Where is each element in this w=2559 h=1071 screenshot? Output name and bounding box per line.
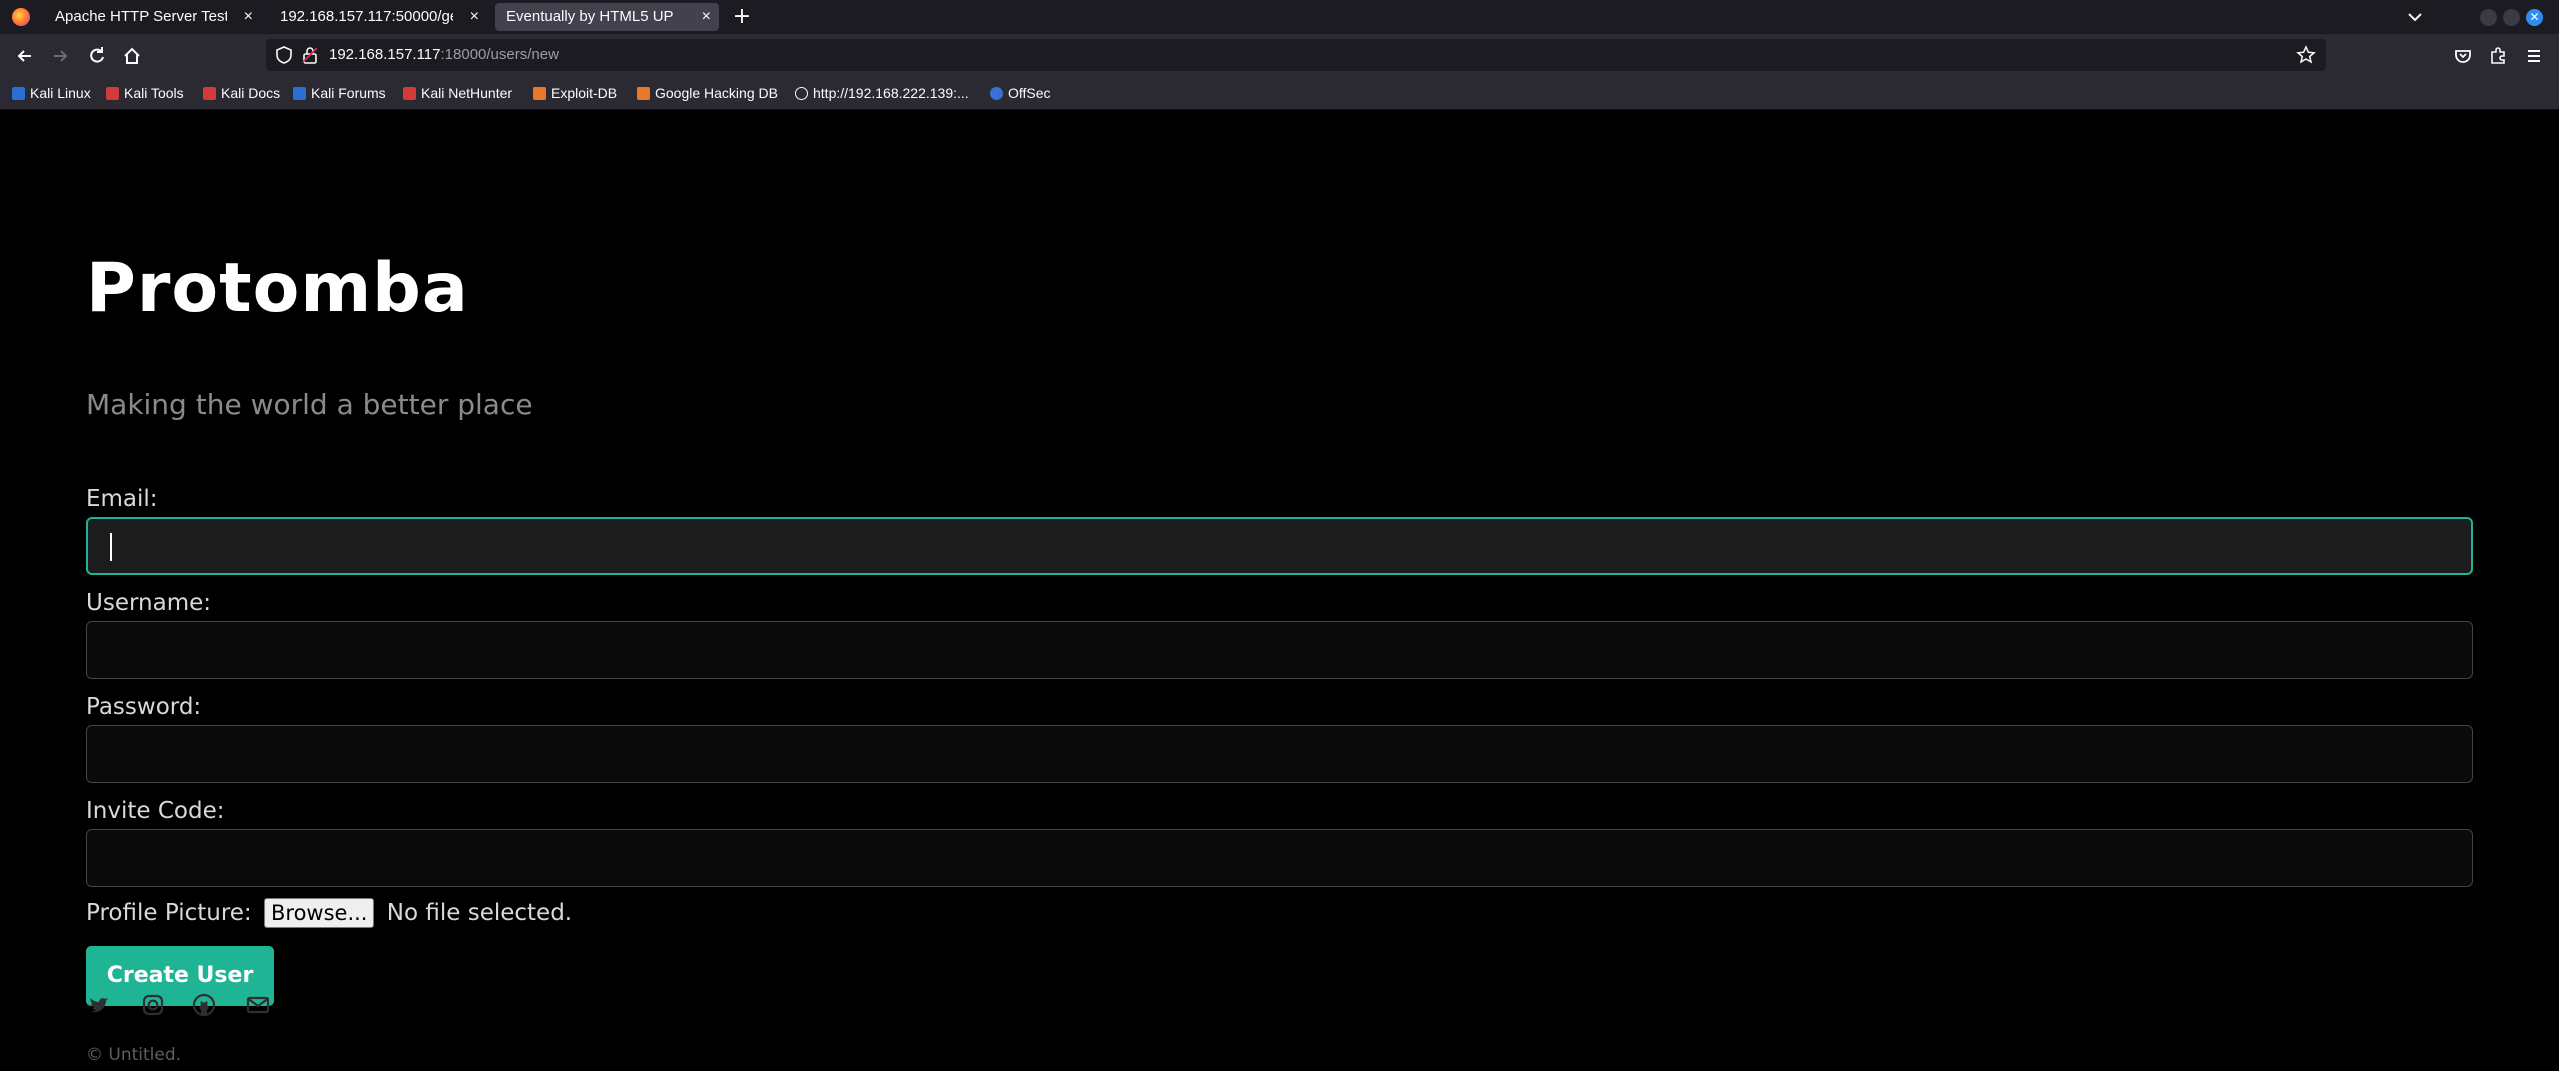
tab-generate[interactable]: 192.168.157.117:50000/generate × — [269, 3, 487, 31]
tab-close-icon[interactable]: × — [702, 3, 711, 31]
list-all-tabs-button[interactable] — [2402, 5, 2428, 29]
bookmark-label: Kali Docs — [221, 85, 281, 101]
username-label: Username: — [86, 590, 211, 616]
bookmark-offsec[interactable]: OffSec — [990, 78, 1051, 109]
forward-button[interactable] — [47, 43, 73, 69]
tab-close-icon[interactable]: × — [470, 3, 479, 31]
chevron-down-icon — [2408, 13, 2422, 22]
password-field[interactable] — [86, 725, 2473, 783]
bookmark-kali-linux[interactable]: Kali Linux — [12, 78, 91, 109]
shield-icon[interactable] — [274, 45, 294, 65]
password-label: Password: — [86, 694, 202, 720]
home-icon — [124, 47, 140, 64]
browse-button[interactable]: Browse... — [263, 898, 375, 928]
home-button[interactable] — [119, 43, 145, 69]
twitter-icon[interactable] — [86, 992, 112, 1018]
tab-label: Apache HTTP Server Test Page — [55, 8, 227, 25]
file-status: No file selected. — [386, 900, 573, 926]
hamburger-menu-icon — [2528, 50, 2540, 62]
invite-code-label: Invite Code: — [86, 798, 225, 824]
profile-picture-label: Profile Picture: — [86, 900, 252, 926]
ghdb-icon — [637, 87, 650, 100]
tab-close-icon[interactable]: × — [244, 3, 253, 31]
bookmarks-toolbar: Kali Linux Kali Tools Kali Docs Kali For… — [0, 78, 2559, 110]
url-bar[interactable]: 192.168.157.117:18000/users/new — [266, 39, 2326, 71]
reload-button[interactable] — [84, 43, 110, 69]
bookmark-kali-tools[interactable]: Kali Tools — [106, 78, 184, 109]
bookmark-star-icon[interactable] — [2296, 45, 2316, 65]
nethunter-icon — [403, 87, 416, 100]
minimize-button[interactable] — [2480, 9, 2497, 26]
kali-dragon-icon — [12, 87, 25, 100]
email-label: Email: — [86, 486, 158, 512]
globe-icon — [795, 87, 808, 100]
instagram-icon[interactable] — [140, 992, 166, 1018]
puzzle-icon — [2491, 47, 2505, 64]
invite-code-field[interactable] — [86, 829, 2473, 887]
firefox-icon[interactable] — [12, 8, 30, 26]
page-content: Protomba Making the world a better place… — [0, 110, 2559, 1071]
kali-tools-icon — [106, 87, 119, 100]
pocket-button[interactable] — [2450, 43, 2476, 69]
bookmark-local-ip[interactable]: http://192.168.222.139:... — [795, 78, 969, 109]
lock-insecure-icon[interactable] — [300, 45, 320, 65]
bookmark-kali-nethunter[interactable]: Kali NetHunter — [403, 78, 512, 109]
exploit-db-icon — [533, 87, 546, 100]
site-title: Protomba — [86, 249, 469, 328]
kali-forums-icon — [293, 87, 306, 100]
url-host: 192.168.157.117 — [329, 46, 441, 63]
close-window-button[interactable]: ✕ — [2526, 9, 2543, 26]
url-path: :18000/users/new — [440, 46, 559, 63]
maximize-button[interactable] — [2503, 9, 2520, 26]
site-tagline: Making the world a better place — [86, 388, 533, 421]
pocket-icon — [2455, 50, 2471, 63]
extensions-button[interactable] — [2485, 43, 2511, 69]
bookmark-label: Kali Tools — [124, 85, 184, 101]
copyright-text: © Untitled. — [86, 1045, 182, 1065]
bookmark-kali-docs[interactable]: Kali Docs — [203, 78, 280, 109]
tab-label: 192.168.157.117:50000/generate — [280, 8, 453, 25]
envelope-icon[interactable] — [245, 992, 271, 1018]
text-caret — [110, 533, 112, 561]
reload-icon — [90, 47, 104, 63]
back-button[interactable] — [12, 43, 38, 69]
username-field[interactable] — [86, 621, 2473, 679]
arrow-right-icon — [54, 50, 68, 62]
bookmark-label: Google Hacking DB — [655, 85, 778, 101]
profile-picture-row: Profile Picture: Browse... No file selec… — [86, 897, 572, 929]
bookmark-label: OffSec — [1008, 85, 1051, 101]
new-tab-button[interactable]: + — [728, 3, 756, 31]
tab-label: Eventually by HTML5 UP — [506, 8, 674, 25]
bookmark-label: Kali Linux — [30, 85, 91, 101]
offsec-icon — [990, 87, 1003, 100]
bookmark-google-hacking-db[interactable]: Google Hacking DB — [637, 78, 778, 109]
tab-apache[interactable]: Apache HTTP Server Test Page × — [44, 3, 261, 31]
tab-bar: Apache HTTP Server Test Page × 192.168.1… — [0, 0, 2559, 34]
nav-bar: 192.168.157.117:18000/users/new — [0, 34, 2559, 78]
menu-button[interactable] — [2521, 43, 2547, 69]
bookmark-label: http://192.168.222.139:... — [813, 85, 969, 101]
bookmark-label: Exploit-DB — [551, 85, 618, 101]
arrow-left-icon — [17, 50, 31, 62]
tab-eventually[interactable]: Eventually by HTML5 UP × — [495, 3, 719, 31]
email-field[interactable] — [86, 517, 2473, 575]
bookmark-kali-forums[interactable]: Kali Forums — [293, 78, 386, 109]
url-text[interactable]: 192.168.157.117:18000/users/new — [329, 39, 559, 71]
github-icon[interactable] — [191, 992, 217, 1018]
bookmark-label: Kali Forums — [311, 85, 386, 101]
bookmark-exploit-db[interactable]: Exploit-DB — [533, 78, 617, 109]
kali-docs-icon — [203, 87, 216, 100]
bookmark-label: Kali NetHunter — [421, 85, 513, 101]
